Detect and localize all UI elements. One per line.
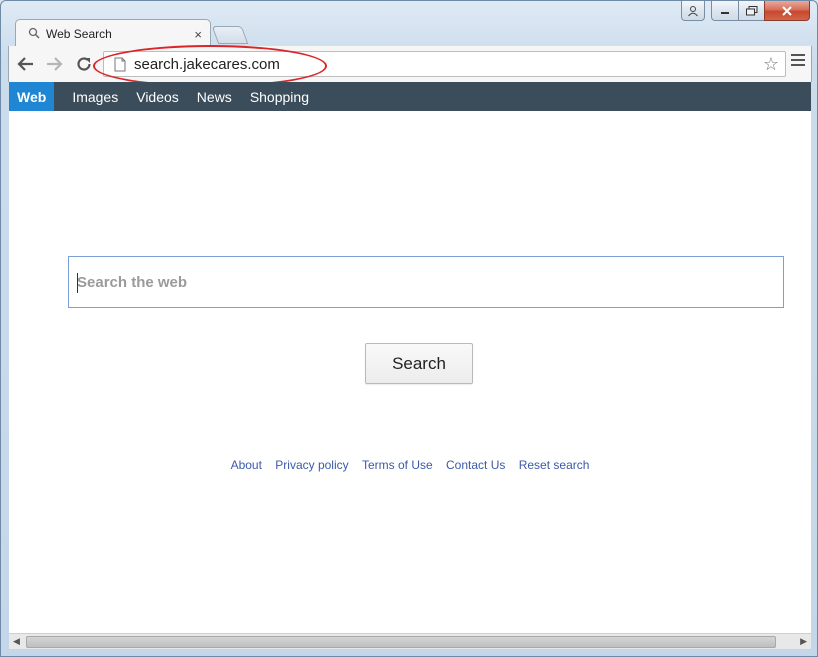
scroll-left-icon[interactable]: ◀ [13, 636, 20, 647]
footer-links: About Privacy policy Terms of Use Contac… [9, 458, 811, 472]
page-icon [112, 56, 128, 72]
nav-videos[interactable]: Videos [127, 82, 188, 111]
maximize-icon[interactable] [738, 1, 764, 21]
footer-link-terms[interactable]: Terms of Use [362, 458, 433, 472]
nav-web[interactable]: Web [9, 82, 55, 111]
address-bar[interactable]: search.jakecares.com ☆ [103, 51, 786, 77]
search-input[interactable] [69, 257, 783, 307]
bookmark-star-icon[interactable]: ☆ [763, 54, 779, 75]
horizontal-scrollbar[interactable]: ◀ ▶ [9, 633, 811, 649]
footer-link-contact[interactable]: Contact Us [446, 458, 505, 472]
new-tab-button[interactable] [211, 26, 249, 44]
tab-close-icon[interactable]: × [194, 27, 202, 42]
search-box [68, 256, 784, 308]
site-navbar: Web Images Videos News Shopping [9, 82, 811, 111]
footer-link-reset[interactable]: Reset search [519, 458, 590, 472]
close-icon[interactable] [764, 1, 810, 21]
menu-icon[interactable] [791, 54, 805, 69]
footer-link-about[interactable]: About [231, 458, 262, 472]
tab-title: Web Search [46, 27, 112, 41]
forward-arrow-icon[interactable] [41, 51, 67, 77]
page-content: Search About Privacy policy Terms of Use… [9, 111, 811, 633]
nav-news[interactable]: News [188, 82, 241, 111]
url-text: search.jakecares.com [134, 55, 280, 73]
scrollbar-thumb[interactable] [26, 636, 776, 648]
browser-toolbar: search.jakecares.com ☆ [8, 46, 812, 82]
back-arrow-icon[interactable] [13, 51, 39, 77]
search-icon [28, 27, 40, 42]
reload-icon[interactable] [71, 51, 97, 77]
text-caret [77, 273, 78, 293]
footer-link-privacy[interactable]: Privacy policy [275, 458, 348, 472]
browser-tab[interactable]: Web Search × [15, 19, 211, 47]
window-controls [681, 1, 810, 21]
scroll-right-icon[interactable]: ▶ [800, 636, 807, 647]
minimize-icon[interactable] [711, 1, 738, 21]
nav-shopping[interactable]: Shopping [241, 82, 318, 111]
browser-window: Web Search × search.jakecares.com ☆ Web [0, 0, 818, 657]
user-icon[interactable] [681, 1, 705, 21]
search-button[interactable]: Search [365, 343, 473, 384]
nav-images[interactable]: Images [63, 82, 127, 111]
